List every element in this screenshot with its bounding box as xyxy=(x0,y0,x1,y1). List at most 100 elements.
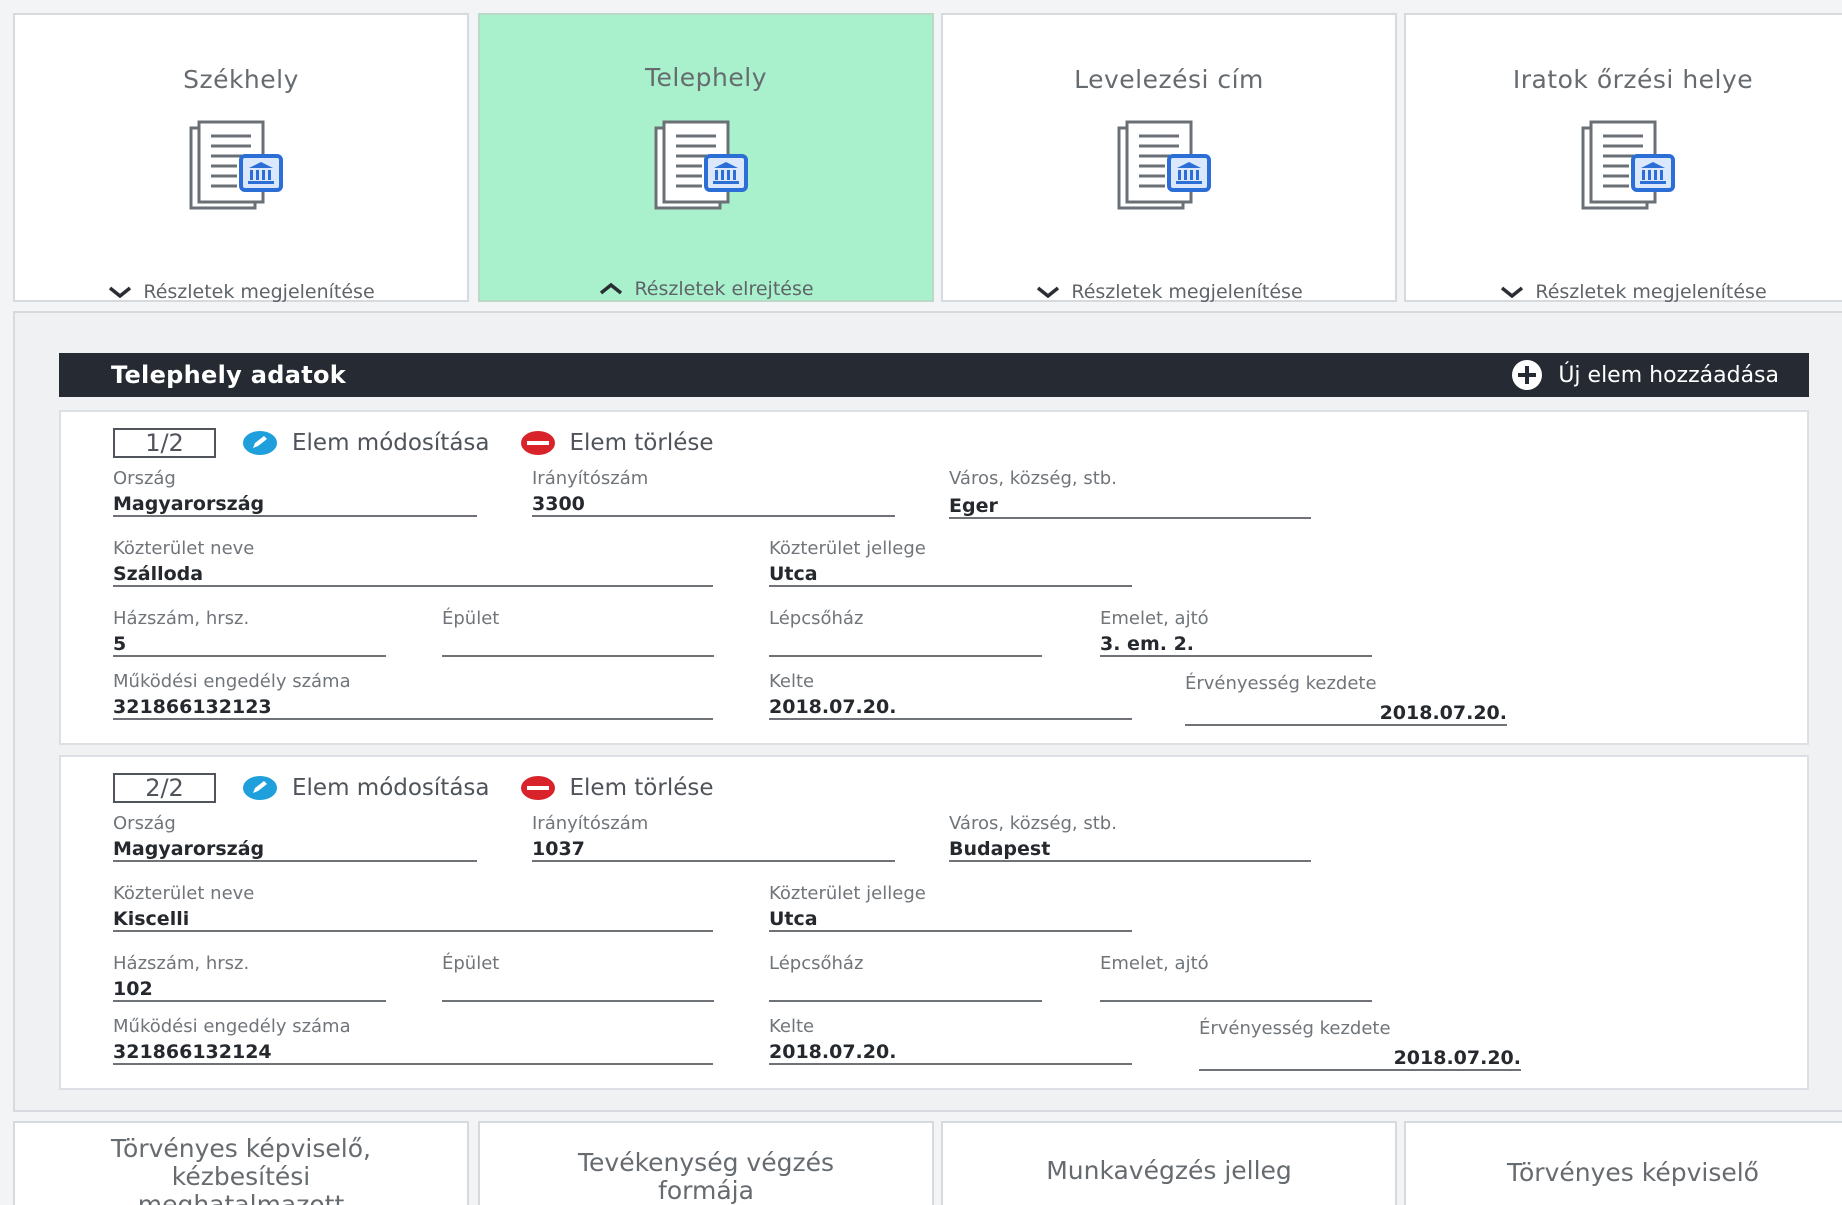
delete-item-button[interactable]: Elem törlése xyxy=(520,775,714,801)
field-kozterulet-neve[interactable]: Közterület neve Szálloda xyxy=(113,538,713,587)
field-emelet[interactable]: Emelet, ajtó 3. em. 2. xyxy=(1100,608,1372,657)
field-value xyxy=(769,976,1042,1002)
tile-tevekenyseg-vegzes-formaja[interactable]: Tevékenység végzés formája xyxy=(478,1121,934,1205)
field-label: Épület xyxy=(442,953,500,974)
field-epulet[interactable]: Épület xyxy=(442,953,714,1002)
field-epulet[interactable]: Épület xyxy=(442,608,714,657)
chevron-down-icon xyxy=(1501,286,1524,299)
edit-item-button[interactable]: Elem módosítása xyxy=(242,775,490,801)
tile-title: Telephely xyxy=(644,63,768,92)
field-iranyitoszam[interactable]: Irányítószám 3300 xyxy=(532,468,895,517)
delete-item-button[interactable]: Elem törlése xyxy=(520,430,714,456)
tile-label-line: formája xyxy=(658,1176,754,1205)
edit-item-label: Elem módosítása xyxy=(292,775,490,801)
field-kozterulet-jellege[interactable]: Közterület jellege Utca xyxy=(769,883,1132,932)
record-card: 2/2 Elem módosítása Elem törlése Ország … xyxy=(59,755,1809,1090)
chevron-down-icon xyxy=(109,286,132,299)
tile-szekhely[interactable]: Székhely Részletek megjelenítése xyxy=(13,13,469,303)
toggle-details[interactable]: Részletek megjelenítése xyxy=(943,281,1395,303)
toggle-label: Részletek megjelenítése xyxy=(143,281,375,303)
field-label: Közterület jellege xyxy=(769,538,926,559)
delete-item-label: Elem törlése xyxy=(569,775,714,801)
field-value: Utca xyxy=(769,906,1132,932)
field-value: 3300 xyxy=(532,491,895,517)
field-label: Irányítószám xyxy=(532,468,649,489)
field-lepcsohaz[interactable]: Lépcsőház xyxy=(769,608,1042,657)
field-value: Kiscelli xyxy=(113,906,713,932)
field-value: Budapest xyxy=(949,836,1311,862)
field-label: Irányítószám xyxy=(532,813,649,834)
field-kelte[interactable]: Kelte 2018.07.20. xyxy=(769,671,1132,720)
field-ervenyesseg[interactable]: Érvényesség kezdete 2018.07.20. xyxy=(1199,1018,1521,1071)
field-label: Emelet, ajtó xyxy=(1100,608,1209,629)
field-label: Működési engedély száma xyxy=(113,671,351,692)
field-label: Közterület jellege xyxy=(769,883,926,904)
field-value: 3. em. 2. xyxy=(1100,631,1372,657)
add-item-label: Új elem hozzáadása xyxy=(1558,362,1779,388)
minus-circle-icon xyxy=(520,431,555,455)
field-kozterulet-jellege[interactable]: Közterület jellege Utca xyxy=(769,538,1132,587)
tile-label-line: kézbesítési xyxy=(171,1162,311,1191)
add-item-button[interactable]: Új elem hozzáadása xyxy=(1510,358,1779,392)
tile-telephely[interactable]: Telephely Részletek elrejtése xyxy=(478,13,934,302)
field-hazszam[interactable]: Házszám, hrsz. 5 xyxy=(113,608,386,657)
field-label: Házszám, hrsz. xyxy=(113,953,250,974)
field-value: 2018.07.20. xyxy=(769,1039,1132,1065)
field-label: Házszám, hrsz. xyxy=(113,608,250,629)
tile-torvenyes-kepviselo[interactable]: Törvényes képviselő xyxy=(1404,1121,1842,1205)
field-value: 5 xyxy=(113,631,386,657)
field-value: 2018.07.20. xyxy=(769,694,1132,720)
pencil-circle-icon xyxy=(243,776,277,800)
field-value: 321866132123 xyxy=(113,694,713,720)
field-label: Emelet, ajtó xyxy=(1100,953,1209,974)
field-value: 2018.07.20. xyxy=(1199,1045,1521,1071)
document-building-icon xyxy=(189,120,283,210)
field-value: 102 xyxy=(113,976,386,1002)
tile-label: Tevékenység végzés formája xyxy=(480,1149,932,1205)
toggle-details[interactable]: Részletek megjelenítése xyxy=(1406,281,1842,303)
field-value xyxy=(442,976,714,1002)
field-engedely[interactable]: Működési engedély száma 321866132123 xyxy=(113,671,713,720)
tile-torvenyes-kepviselo-kezbesitesi[interactable]: Törvényes képviselő, kézbesítési meghata… xyxy=(13,1121,469,1205)
field-emelet[interactable]: Emelet, ajtó xyxy=(1100,953,1372,1002)
tile-label-line: Tevékenység végzés xyxy=(578,1148,834,1177)
field-orszag[interactable]: Ország Magyarország xyxy=(113,468,477,517)
tile-iratok-orzesi-helye[interactable]: Iratok őrzési helye Részletek megjelenít… xyxy=(1404,13,1842,303)
record-counter: 2/2 xyxy=(113,773,216,803)
chevron-up-icon xyxy=(600,282,623,295)
tile-label-line: Törvényes képviselő, xyxy=(111,1134,371,1163)
delete-item-label: Elem törlése xyxy=(569,430,714,456)
field-value xyxy=(442,631,714,657)
field-varos[interactable]: Város, község, stb. Eger xyxy=(949,468,1311,519)
field-value: Utca xyxy=(769,561,1132,587)
field-hazszam[interactable]: Házszám, hrsz. 102 xyxy=(113,953,386,1002)
toggle-label: Részletek megjelenítése xyxy=(1535,281,1767,303)
field-label: Kelte xyxy=(769,671,815,692)
field-iranyitoszam[interactable]: Irányítószám 1037 xyxy=(532,813,895,862)
field-label: Lépcsőház xyxy=(769,608,864,629)
tile-label-line: meghatalmazott xyxy=(137,1190,345,1205)
field-value: Magyarország xyxy=(113,491,477,517)
field-ervenyesseg[interactable]: Érvényesség kezdete 2018.07.20. xyxy=(1185,673,1507,726)
field-value: Eger xyxy=(949,493,1311,519)
toggle-details[interactable]: Részletek elrejtése xyxy=(480,278,932,300)
edit-item-label: Elem módosítása xyxy=(292,430,490,456)
field-value xyxy=(769,631,1042,657)
field-engedely[interactable]: Működési engedély száma 321866132124 xyxy=(113,1016,713,1065)
chevron-down-icon xyxy=(1037,286,1060,299)
field-orszag[interactable]: Ország Magyarország xyxy=(113,813,477,862)
tile-title: Székhely xyxy=(183,65,299,94)
field-value: 321866132124 xyxy=(113,1039,713,1065)
field-kozterulet-neve[interactable]: Közterület neve Kiscelli xyxy=(113,883,713,932)
edit-item-button[interactable]: Elem módosítása xyxy=(242,430,490,456)
field-varos[interactable]: Város, község, stb. Budapest xyxy=(949,813,1311,862)
field-kelte[interactable]: Kelte 2018.07.20. xyxy=(769,1016,1132,1065)
field-value: 1037 xyxy=(532,836,895,862)
document-building-icon xyxy=(1117,120,1211,210)
toggle-details[interactable]: Részletek megjelenítése xyxy=(15,281,467,303)
tile-munkavegzes-jelleg[interactable]: Munkavégzés jelleg xyxy=(941,1121,1397,1205)
tile-levelezesi-cim[interactable]: Levelezési cím Részletek megjelenítése xyxy=(941,13,1397,303)
field-lepcsohaz[interactable]: Lépcsőház xyxy=(769,953,1042,1002)
minus-circle-icon xyxy=(520,776,555,800)
toggle-label: Részletek megjelenítése xyxy=(1071,281,1303,303)
